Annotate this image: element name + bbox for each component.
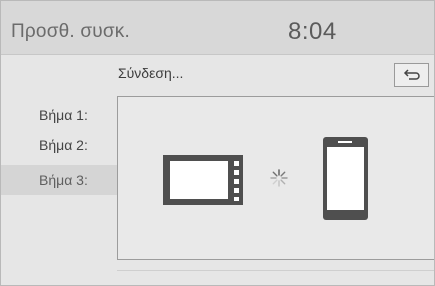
page-title: Προσθ. συσκ. [11, 21, 130, 42]
step-1: Βήμα 1: [1, 100, 117, 130]
clock: 8:04 [288, 18, 337, 45]
head-unit-display-icon [163, 155, 243, 205]
header-bar: Προσθ. συσκ. 8:04 [1, 1, 434, 55]
step-3: Βήμα 3: [1, 165, 117, 195]
step-2: Βήμα 2: [1, 130, 117, 160]
connection-panel [117, 96, 434, 260]
step-3-label: Βήμα 3: [39, 172, 88, 188]
step-1-label: Βήμα 1: [39, 107, 88, 123]
smartphone-icon [323, 137, 368, 220]
status-heading: Σύνδεση... [118, 65, 184, 81]
back-button[interactable] [394, 63, 429, 87]
divider [117, 270, 434, 271]
step-2-label: Βήμα 2: [39, 137, 88, 153]
loading-spinner-icon [270, 169, 288, 187]
connection-illustration [163, 137, 368, 220]
return-arrow-icon [403, 69, 420, 80]
screen-frame: Προσθ. συσκ. 8:04 Σύνδεση... Βήμα 1: Βήμ… [0, 0, 435, 286]
